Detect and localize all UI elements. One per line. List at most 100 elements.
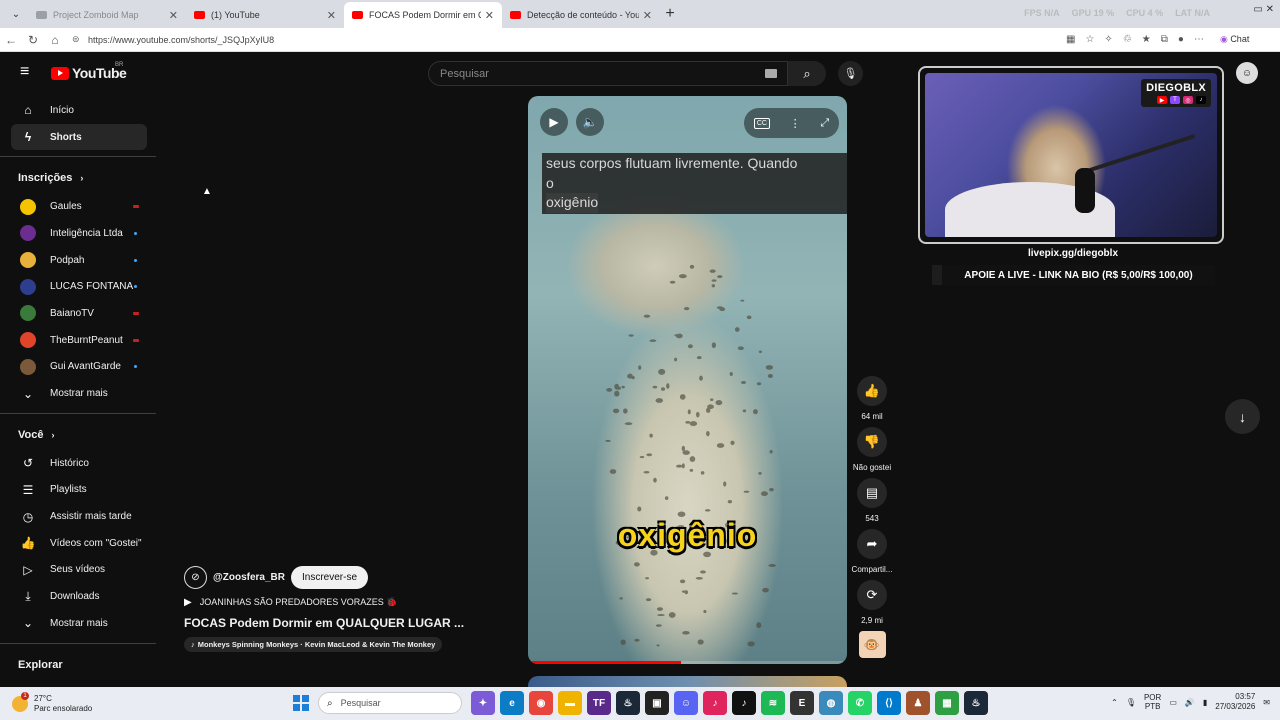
dislike-button[interactable]: 👎 Não gostei bbox=[848, 427, 896, 472]
subscribe-button[interactable]: Inscrever-se bbox=[291, 566, 369, 589]
collections-icon[interactable]: ⧉ bbox=[1161, 34, 1168, 45]
discord-app-icon[interactable]: ☺ bbox=[674, 691, 698, 715]
channel-name[interactable]: @Zoosfera_BR bbox=[213, 572, 285, 583]
remix-button[interactable]: ⟳ 2,9 mi bbox=[848, 580, 896, 625]
tab-actions-menu-icon[interactable]: ⌄ bbox=[4, 4, 28, 24]
url-field[interactable]: ⊜ https://www.youtube.com/shorts/_JSQJpX… bbox=[72, 30, 1052, 50]
battery-icon[interactable]: ▮ bbox=[1203, 698, 1207, 707]
captions-icon[interactable]: CC bbox=[753, 117, 770, 129]
subscriptions-show-more[interactable]: ⌄ Mostrar mais bbox=[11, 380, 147, 407]
profile-avatar-icon[interactable]: ● bbox=[1178, 34, 1184, 45]
sidebar-subscription-item[interactable]: LUCAS FONTANA bbox=[11, 273, 147, 300]
keyboard-icon[interactable] bbox=[765, 69, 777, 78]
sidebar-item-history[interactable]: ↺ Histórico bbox=[11, 450, 147, 477]
browser-tab[interactable]: Project Zomboid Map ✕ bbox=[28, 2, 186, 28]
sidebar-item-your-videos[interactable]: ▷ Seus vídeos bbox=[11, 557, 147, 584]
account-avatar[interactable]: ☺ bbox=[1236, 62, 1258, 84]
subscriptions-header[interactable]: Inscrições › bbox=[0, 163, 158, 193]
back-icon[interactable]: ← bbox=[0, 33, 22, 47]
close-icon[interactable]: ✕ bbox=[327, 9, 336, 22]
app-icon[interactable]: ▣ bbox=[645, 691, 669, 715]
comments-button[interactable]: ▤ 543 bbox=[848, 478, 896, 523]
sidebar-subscription-item[interactable]: TheBurntPeanut bbox=[11, 327, 147, 354]
extensions-icon[interactable]: ✧ bbox=[1104, 34, 1112, 45]
menu-icon[interactable]: ≡ bbox=[20, 64, 34, 80]
like-button[interactable]: 👍 64 mil bbox=[848, 376, 896, 421]
window-controls[interactable]: ▭ ✕ bbox=[1253, 4, 1274, 15]
tiktok-live-icon[interactable]: ♪ bbox=[703, 691, 727, 715]
spotify-app-icon[interactable]: ≋ bbox=[761, 691, 785, 715]
short-video-player[interactable]: ▶ 🔈 CC ⋮ ⤢ seus corpos flutuam livrement… bbox=[528, 96, 847, 664]
sidebar-item-playlists[interactable]: ☰ Playlists bbox=[11, 477, 147, 504]
more-vert-icon[interactable]: ⋮ bbox=[790, 117, 801, 130]
app-icon[interactable]: ▦ bbox=[935, 691, 959, 715]
steam-app-icon[interactable]: ♨ bbox=[616, 691, 640, 715]
tf-app-icon[interactable]: TF bbox=[587, 691, 611, 715]
taskbar-search[interactable]: ⌕ Pesquisar bbox=[318, 692, 462, 714]
notifications-icon[interactable]: ✉ bbox=[1263, 698, 1270, 707]
windows-start-icon[interactable] bbox=[293, 695, 309, 711]
play-button[interactable]: ▶ bbox=[540, 108, 568, 136]
youtube-logo[interactable]: YouTube BR bbox=[51, 62, 127, 81]
sidebar-item-liked-videos[interactable]: 👍 Vídeos com "Gostei" bbox=[11, 530, 147, 557]
favorites-icon[interactable]: ★ bbox=[1142, 34, 1151, 45]
language-indicator[interactable]: POR PTB bbox=[1144, 693, 1161, 711]
copilot-app-icon[interactable]: ✦ bbox=[471, 691, 495, 715]
chrome-app-icon[interactable]: ◉ bbox=[529, 691, 553, 715]
copilot-chat-button[interactable]: ◉ Chat bbox=[1220, 34, 1249, 45]
edge-app-icon[interactable]: e bbox=[500, 691, 524, 715]
chevron-up-icon[interactable]: ⌃ bbox=[1111, 698, 1118, 707]
you-show-more[interactable]: ⌄ Mostrar mais bbox=[11, 610, 147, 637]
close-icon[interactable]: ✕ bbox=[485, 9, 494, 22]
steam-app-icon[interactable]: ♨ bbox=[964, 691, 988, 715]
voice-search-button[interactable]: 🎙 bbox=[838, 61, 863, 86]
sidebar-subscription-item[interactable]: Gui AvantGarde bbox=[11, 354, 147, 381]
sidebar-item-downloads[interactable]: ⤓ Downloads bbox=[11, 583, 147, 610]
site-info-icon[interactable]: ⊜ bbox=[72, 34, 82, 45]
app-icon[interactable]: ◍ bbox=[819, 691, 843, 715]
microphone-icon[interactable]: 🎙 bbox=[1126, 698, 1136, 707]
browser-tab[interactable]: (1) YouTube ✕ bbox=[186, 2, 344, 28]
weather-widget[interactable]: 1 27°C Parc ensolarado bbox=[12, 691, 92, 714]
network-icon[interactable]: ▭ bbox=[1169, 698, 1177, 707]
next-short-button[interactable]: ↓ bbox=[1225, 399, 1260, 434]
playlist-link[interactable]: ▶ JOANINHAS SÃO PREDADORES VORAZES 🐞 bbox=[184, 597, 484, 608]
browser-essentials-icon[interactable]: ♲ bbox=[1123, 34, 1132, 45]
volume-icon[interactable]: 🔊 bbox=[1185, 698, 1195, 707]
file-explorer-icon[interactable]: ▬ bbox=[558, 691, 582, 715]
vscode-app-icon[interactable]: ⟨⟩ bbox=[877, 691, 901, 715]
tiktok-app-icon[interactable]: ♪ bbox=[732, 691, 756, 715]
sidebar-item-shorts[interactable]: ϟ Shorts bbox=[11, 123, 147, 151]
sidebar-subscription-item[interactable]: Inteligência Ltda bbox=[11, 220, 147, 247]
sidebar-item-watch-later[interactable]: ◷ Assistir mais tarde bbox=[11, 503, 147, 530]
search-button[interactable]: ⌕ bbox=[788, 61, 826, 86]
video-title[interactable]: FOCAS Podem Dormir em QUALQUER LUGAR ... bbox=[184, 616, 484, 630]
search-input[interactable]: Pesquisar bbox=[428, 61, 788, 86]
music-chip[interactable]: ♪ Monkeys Spinning Monkeys · Kevin MacLe… bbox=[184, 637, 443, 652]
favorite-star-icon[interactable]: ☆ bbox=[1085, 34, 1094, 45]
sound-thumbnail[interactable]: 🐵 bbox=[858, 631, 886, 658]
share-button[interactable]: ➦ Compartil... bbox=[848, 529, 896, 574]
epic-games-icon[interactable]: E bbox=[790, 691, 814, 715]
reload-icon[interactable]: ↻ bbox=[22, 33, 44, 47]
close-icon[interactable]: ✕ bbox=[169, 9, 178, 22]
more-options-icon[interactable]: ⋯ bbox=[1194, 34, 1204, 45]
new-tab-button[interactable]: + bbox=[660, 5, 680, 23]
channel-avatar[interactable]: ⊘ bbox=[184, 566, 207, 589]
sidebar-subscription-item[interactable]: BaianoTV bbox=[11, 300, 147, 327]
close-icon[interactable]: ✕ bbox=[643, 9, 652, 22]
clock[interactable]: 03:57 27/03/2026 bbox=[1215, 692, 1255, 712]
browser-tab-active[interactable]: FOCAS Podem Dormir em QUALQ ✕ bbox=[344, 2, 502, 28]
home-icon[interactable]: ⌂ bbox=[44, 33, 66, 47]
whatsapp-app-icon[interactable]: ✆ bbox=[848, 691, 872, 715]
split-screen-icon[interactable]: ▦ bbox=[1066, 34, 1075, 45]
app-icon[interactable]: ♟ bbox=[906, 691, 930, 715]
progress-bar[interactable] bbox=[532, 661, 843, 664]
you-header[interactable]: Você › bbox=[0, 420, 158, 450]
sidebar-subscription-item[interactable]: Podpah bbox=[11, 247, 147, 274]
sidebar-subscription-item[interactable]: Gaules bbox=[11, 193, 147, 220]
volume-button[interactable]: 🔈 bbox=[576, 108, 604, 136]
sidebar-item-home[interactable]: ⌂ Início bbox=[11, 97, 147, 124]
fullscreen-icon[interactable]: ⤢ bbox=[820, 117, 829, 130]
browser-tab[interactable]: Detecção de conteúdo - YouTube ✕ bbox=[502, 2, 660, 28]
